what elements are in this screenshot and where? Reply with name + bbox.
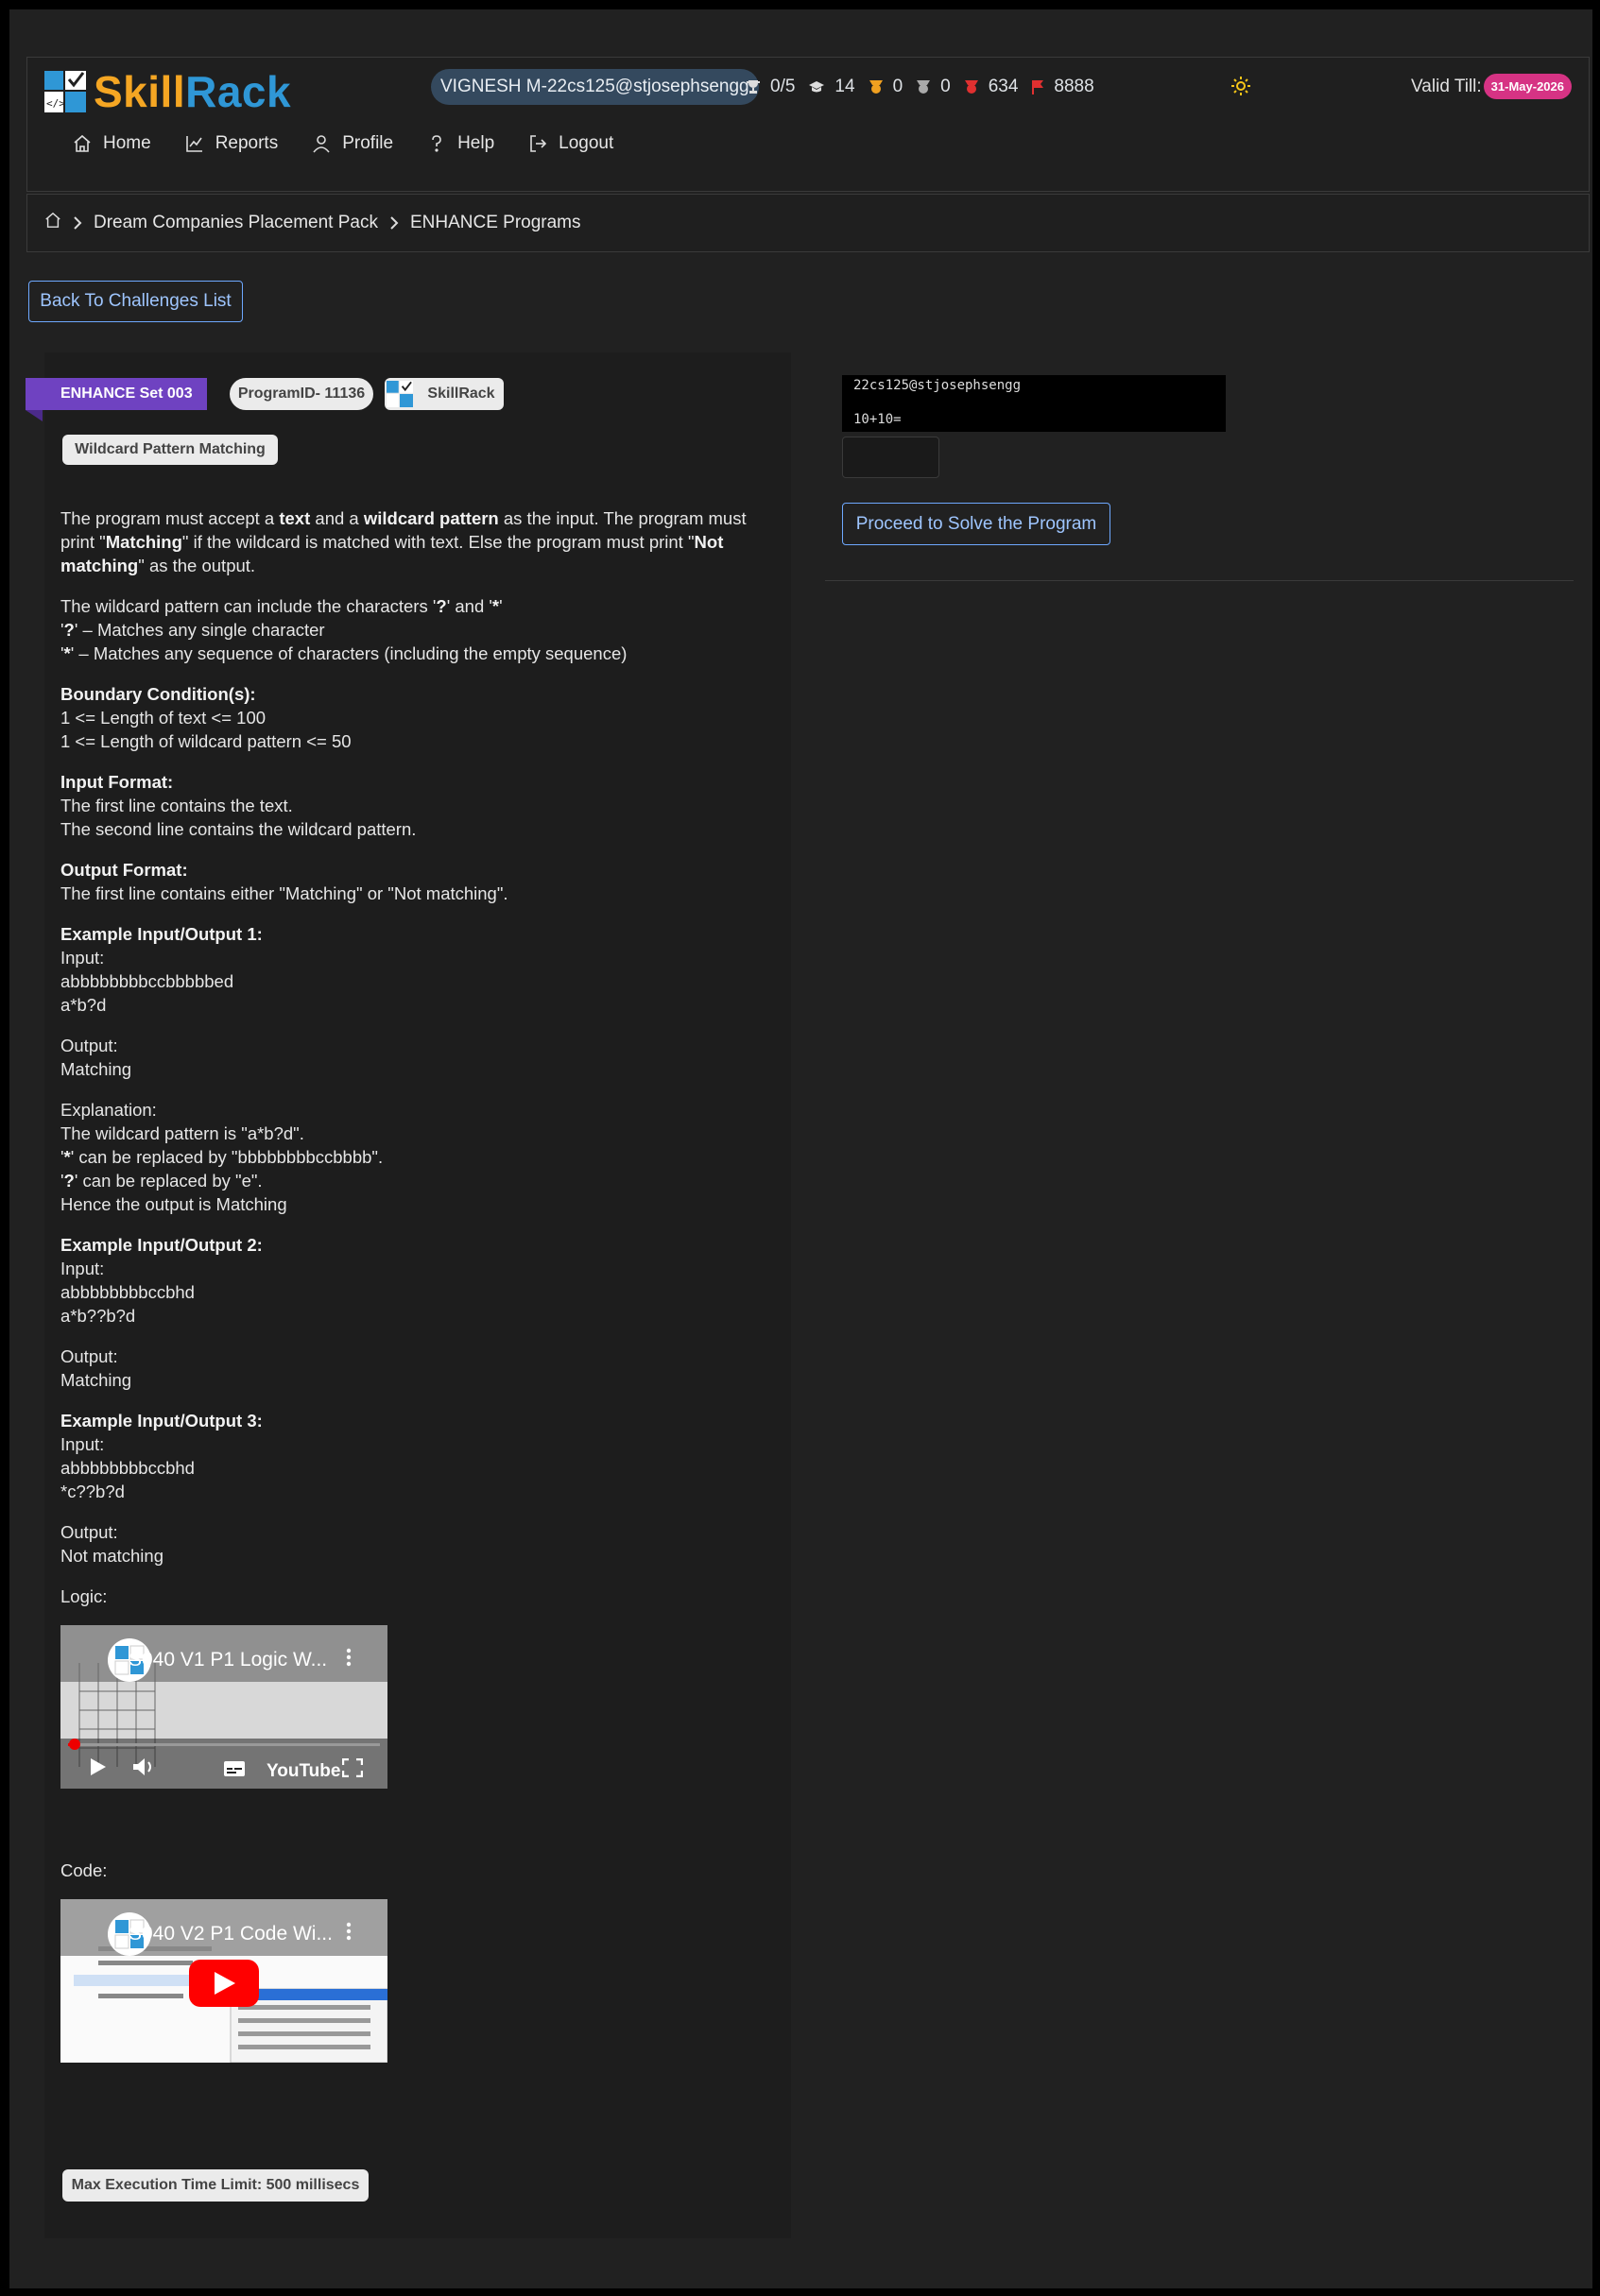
logic-label: Logic: xyxy=(60,1586,108,1606)
stat-silver: 0 xyxy=(916,77,951,97)
menu-logout[interactable]: Logout xyxy=(528,133,613,154)
stat-graduation: 14 xyxy=(808,77,855,97)
main-menu: Home Reports Profile Help Logout xyxy=(73,133,647,154)
chevron-right-icon xyxy=(389,215,399,231)
home-icon xyxy=(74,134,91,152)
captcha-answer-input[interactable] xyxy=(842,437,939,478)
code-label: Code: xyxy=(60,1860,108,1880)
silver-badge-icon xyxy=(917,80,931,94)
video-title: S040 V1 P1 Logic W... xyxy=(129,1649,328,1671)
example-2-output: Output: Matching xyxy=(60,1346,132,1390)
menu-home[interactable]: Home xyxy=(73,133,151,154)
fullscreen-icon[interactable] xyxy=(341,1757,364,1783)
chevron-right-icon xyxy=(73,215,82,231)
example-3-input: Example Input/Output 3: Input: abbbbbbbbcc… xyxy=(60,1411,263,1501)
valid-label: Valid Till: xyxy=(1411,76,1482,96)
menu-profile[interactable]: Profile xyxy=(312,133,393,154)
captcha-user: 22cs125@stjosephsengg xyxy=(853,378,1022,393)
example-1-input: Example Input/Output 1: Input: abbbbbbbbcc… xyxy=(60,924,263,1015)
play-icon[interactable] xyxy=(89,1756,108,1783)
captions-icon[interactable] xyxy=(223,1759,246,1783)
skillrack-logo[interactable]: </> SkillRack xyxy=(44,66,291,117)
validity: Valid Till: 31-May-2026 xyxy=(1411,74,1572,99)
back-to-challenges-button[interactable]: Back To Challenges List xyxy=(28,281,243,322)
stat-trophy: 0/5 xyxy=(746,77,795,97)
ribbon-fold xyxy=(26,410,43,421)
trophy-icon xyxy=(747,80,760,94)
breadcrumb-home-icon[interactable] xyxy=(44,212,61,234)
proceed-to-solve-button[interactable]: Proceed to Solve the Program xyxy=(842,503,1110,545)
menu-reports[interactable]: Reports xyxy=(185,133,278,154)
gold-badge-icon xyxy=(869,80,883,94)
max-execution-time-tag: Max Execution Time Limit: 500 millisecs xyxy=(62,2169,369,2202)
youtube-wordmark[interactable]: YouTube xyxy=(267,1759,340,1783)
problem-title-tag: Wildcard Pattern Matching xyxy=(62,435,278,465)
program-id-tag: ProgramID- 11136 xyxy=(230,378,373,410)
example-3-output: Output: Not matching xyxy=(60,1522,163,1566)
logo-mark-icon: </> xyxy=(44,71,86,112)
stat-red: 634 xyxy=(964,77,1018,97)
more-vert-icon[interactable] xyxy=(346,1922,352,1946)
problem-statement: The program must accept a text and a wil… xyxy=(60,508,747,575)
platform-tag: SkillRack xyxy=(385,378,504,410)
example-2-input: Example Input/Output 2: Input: abbbbbbbbcc… xyxy=(60,1235,263,1326)
breadcrumb: Dream Companies Placement Pack ENHANCE P… xyxy=(26,194,1590,252)
valid-date-badge: 31-May-2026 xyxy=(1483,74,1572,99)
video-title: S040 V2 P1 Code Wi... xyxy=(129,1923,333,1945)
breadcrumb-pack[interactable]: Dream Companies Placement Pack xyxy=(94,213,378,233)
chart-line-icon xyxy=(185,136,202,152)
output-format: Output Format: The first line contains ei… xyxy=(60,860,508,903)
example-1-explanation: Explanation: The wildcard pattern is "a*b… xyxy=(60,1100,384,1214)
stat-flag: 8888 xyxy=(1031,77,1094,97)
question-icon xyxy=(432,135,441,152)
input-format: Input Format: The first line contains the… xyxy=(60,772,417,839)
problem-description: The program must accept a text and a wil… xyxy=(60,506,779,2063)
theme-toggle-sun-icon[interactable] xyxy=(1231,77,1250,100)
skillrack-mini-icon xyxy=(387,381,413,407)
wildcard-rules: The wildcard pattern can include the cha… xyxy=(60,596,628,663)
code-video[interactable]: S040 V2 P1 Code Wi... xyxy=(60,1899,387,2063)
user-stats: 0/5 14 0 0 634 8888 xyxy=(746,77,1108,97)
captcha-question: 10+10= xyxy=(853,412,902,427)
stat-gold: 0 xyxy=(869,77,903,97)
boundary-conditions: Boundary Condition(s): 1 <= Length of tex… xyxy=(60,684,352,751)
flag-icon xyxy=(1032,80,1044,94)
example-1-output: Output: Matching xyxy=(60,1036,132,1079)
logo-text: SkillRack xyxy=(94,67,292,116)
top-navbar: </> SkillRack VIGNESH M-22cs125@stjoseph… xyxy=(26,57,1590,192)
menu-help[interactable]: Help xyxy=(427,133,494,154)
logic-video[interactable]: S040 V1 P1 Logic W... YouTube xyxy=(60,1625,387,1789)
svg-text:</>: </> xyxy=(46,97,65,110)
more-vert-icon[interactable] xyxy=(346,1648,352,1672)
volume-icon[interactable] xyxy=(132,1756,157,1783)
breadcrumb-programs[interactable]: ENHANCE Programs xyxy=(410,213,581,233)
user-icon xyxy=(313,135,330,153)
graduation-cap-icon xyxy=(809,81,825,93)
captcha-box: 22cs125@stjosephsengg 10+10= xyxy=(842,375,1226,432)
set-ribbon: ENHANCE Set 003 xyxy=(26,378,207,410)
logout-icon xyxy=(530,135,547,152)
user-pill: VIGNESH M-22cs125@stjosephsengg xyxy=(431,69,759,105)
divider xyxy=(825,580,1574,581)
red-badge-icon xyxy=(964,80,978,94)
